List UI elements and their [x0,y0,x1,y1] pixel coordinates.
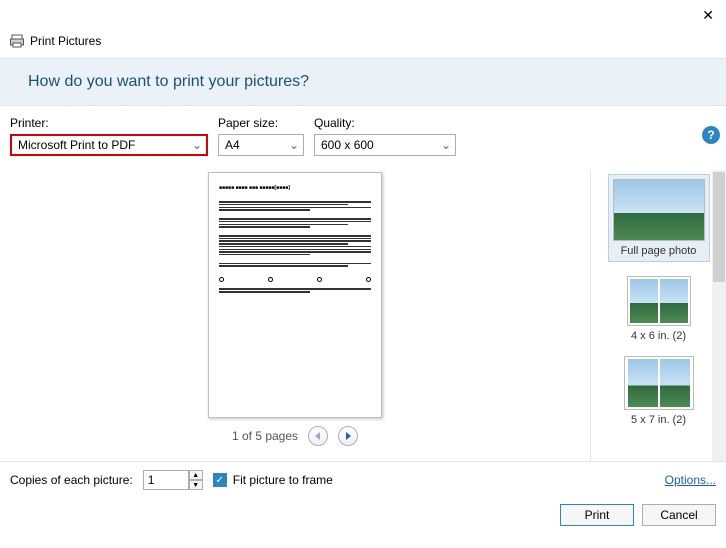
layout-label: 4 x 6 in. (2) [631,330,686,342]
fit-label: Fit picture to frame [233,473,333,487]
quality-select[interactable]: 600 x 600 ⌄ [314,134,456,156]
layout-4x6[interactable]: 4 x 6 in. (2) [627,276,691,342]
layout-5x7[interactable]: 5 x 7 in. (2) [624,356,694,426]
actions-row: Print Cancel [0,498,726,536]
chevron-down-icon: ⌄ [192,138,202,152]
fit-checkbox-wrap[interactable]: ✓ Fit picture to frame [213,473,333,487]
prev-page-button[interactable] [308,426,328,446]
close-icon[interactable]: ✕ [702,7,714,24]
scrollbar-thumb[interactable] [713,172,725,282]
next-page-button[interactable] [338,426,358,446]
printer-label: Printer: [10,116,208,130]
layout-thumb [613,179,705,241]
layout-label: Full page photo [621,245,697,257]
copies-up-button[interactable]: ▲ [189,470,203,480]
quality-value: 600 x 600 [321,138,374,152]
window-title: Print Pictures [30,34,101,48]
paper-value: A4 [225,138,240,152]
copies-spinner: ▲ ▼ [143,470,203,490]
print-button[interactable]: Print [560,504,634,526]
copies-input[interactable] [143,470,189,490]
prompt-band: How do you want to print your pictures? [0,58,726,106]
paper-group: Paper size: A4 ⌄ [218,116,304,156]
layout-thumb [627,276,691,326]
quality-label: Quality: [314,116,456,130]
help-icon[interactable]: ? [702,126,720,144]
controls-row: Printer: Microsoft Print to PDF ⌄ Paper … [0,106,726,170]
checkbox-checked-icon: ✓ [213,473,227,487]
chevron-down-icon: ⌄ [441,138,451,152]
main-area: ■■■■■ ■■■■ ■■■ ■■■■■[■■■■] 1 of 5 pages [0,170,726,462]
scrollbar[interactable] [712,170,726,461]
titlebar: ✕ [0,0,726,30]
printer-icon [10,34,24,48]
page-counter: 1 of 5 pages [232,429,298,443]
printer-value: Microsoft Print to PDF [18,138,135,152]
layout-label: 5 x 7 in. (2) [631,414,686,426]
quality-group: Quality: 600 x 600 ⌄ [314,116,456,156]
header: Print Pictures [0,30,726,58]
layouts-pane: Full page photo 4 x 6 in. (2) 5 x 7 in. … [591,170,726,461]
paper-select[interactable]: A4 ⌄ [218,134,304,156]
prompt-text: How do you want to print your pictures? [28,73,698,91]
chevron-down-icon: ⌄ [289,138,299,152]
cancel-button[interactable]: Cancel [642,504,716,526]
bottom-row: Copies of each picture: ▲ ▼ ✓ Fit pictur… [0,462,726,498]
options-link[interactable]: Options... [665,473,716,487]
printer-select[interactable]: Microsoft Print to PDF ⌄ [10,134,208,156]
paper-label: Paper size: [218,116,304,130]
layout-full-page[interactable]: Full page photo [608,174,710,262]
preview-pane: ■■■■■ ■■■■ ■■■ ■■■■■[■■■■] 1 of 5 pages [0,170,591,461]
printer-group: Printer: Microsoft Print to PDF ⌄ [10,116,208,156]
page-preview: ■■■■■ ■■■■ ■■■ ■■■■■[■■■■] [208,172,382,418]
layout-thumb [624,356,694,410]
pager: 1 of 5 pages [232,426,358,446]
copies-label: Copies of each picture: [10,473,133,487]
copies-down-button[interactable]: ▼ [189,480,203,490]
